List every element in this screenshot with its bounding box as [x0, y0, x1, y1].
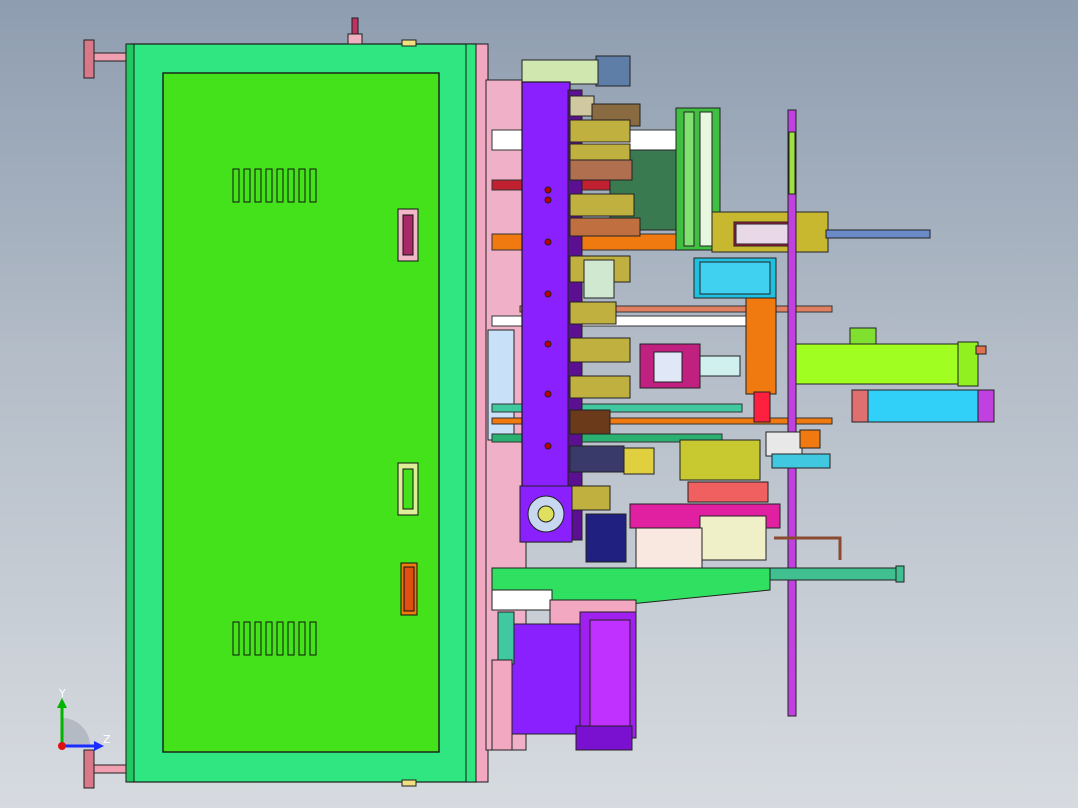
cyan-air-cylinder: [851, 389, 995, 423]
upper-bracket: [521, 59, 599, 85]
coordinate-triad: [57, 698, 104, 751]
teal-rod-lower: [769, 565, 905, 583]
door-handle-lower: [400, 562, 418, 616]
lime-rod-top: [788, 131, 796, 195]
triad-y-label: Y: [58, 687, 66, 700]
mounting-foot-bottom: [83, 749, 133, 789]
blue-slide-block: [693, 257, 777, 299]
small-bracket-right: [765, 429, 831, 469]
door-handle-middle: [397, 462, 419, 516]
door-handle-upper: [397, 208, 419, 262]
yellow-cylinder-top: [711, 211, 931, 253]
cad-viewport[interactable]: Y Z: [0, 0, 1078, 808]
mounting-foot-top: [83, 39, 133, 79]
beam-flange: [519, 485, 573, 543]
orange-vertical-slider: [745, 297, 777, 423]
gripper-assembly: [639, 343, 741, 389]
green-air-cylinder: [795, 327, 987, 387]
olive-box-lower: [679, 439, 769, 503]
triad-z-label: Z: [103, 733, 111, 746]
purple-guide-rod: [787, 109, 797, 717]
lower-magenta-plate: [585, 503, 781, 569]
upper-sensor-box: [595, 55, 631, 87]
bent-pipe: [774, 536, 842, 560]
drive-motor: [511, 611, 637, 751]
